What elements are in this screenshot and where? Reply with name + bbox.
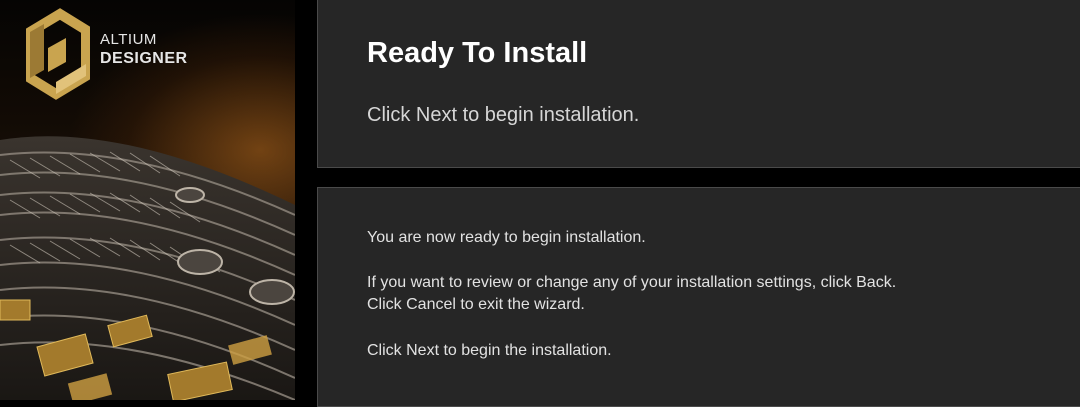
altium-logo-icon: [26, 8, 90, 100]
panel-gutter: [295, 0, 317, 400]
review-instructions: If you want to review or change any of y…: [367, 272, 896, 316]
page-subtitle: Click Next to begin installation.: [367, 104, 640, 126]
review-instructions-line1: If you want to review or change any of y…: [367, 274, 897, 291]
content-panel: You are now ready to begin installation.…: [317, 187, 1080, 407]
next-instruction: Click Next to begin the installation.: [367, 342, 612, 359]
ready-message: You are now ready to begin installation.: [367, 229, 646, 246]
review-instructions-line2: Click Cancel to exit the wizard.: [367, 296, 585, 313]
wordmark-line1: ALTIUM: [100, 31, 157, 48]
product-wordmark: ALTIUM DESIGNER: [100, 30, 188, 68]
header-panel: Ready To Install Click Next to begin ins…: [317, 0, 1080, 168]
page-title: Ready To Install: [367, 37, 588, 69]
wordmark-line2: DESIGNER: [100, 50, 188, 67]
installer-side-banner: ALTIUM DESIGNER: [0, 0, 295, 400]
